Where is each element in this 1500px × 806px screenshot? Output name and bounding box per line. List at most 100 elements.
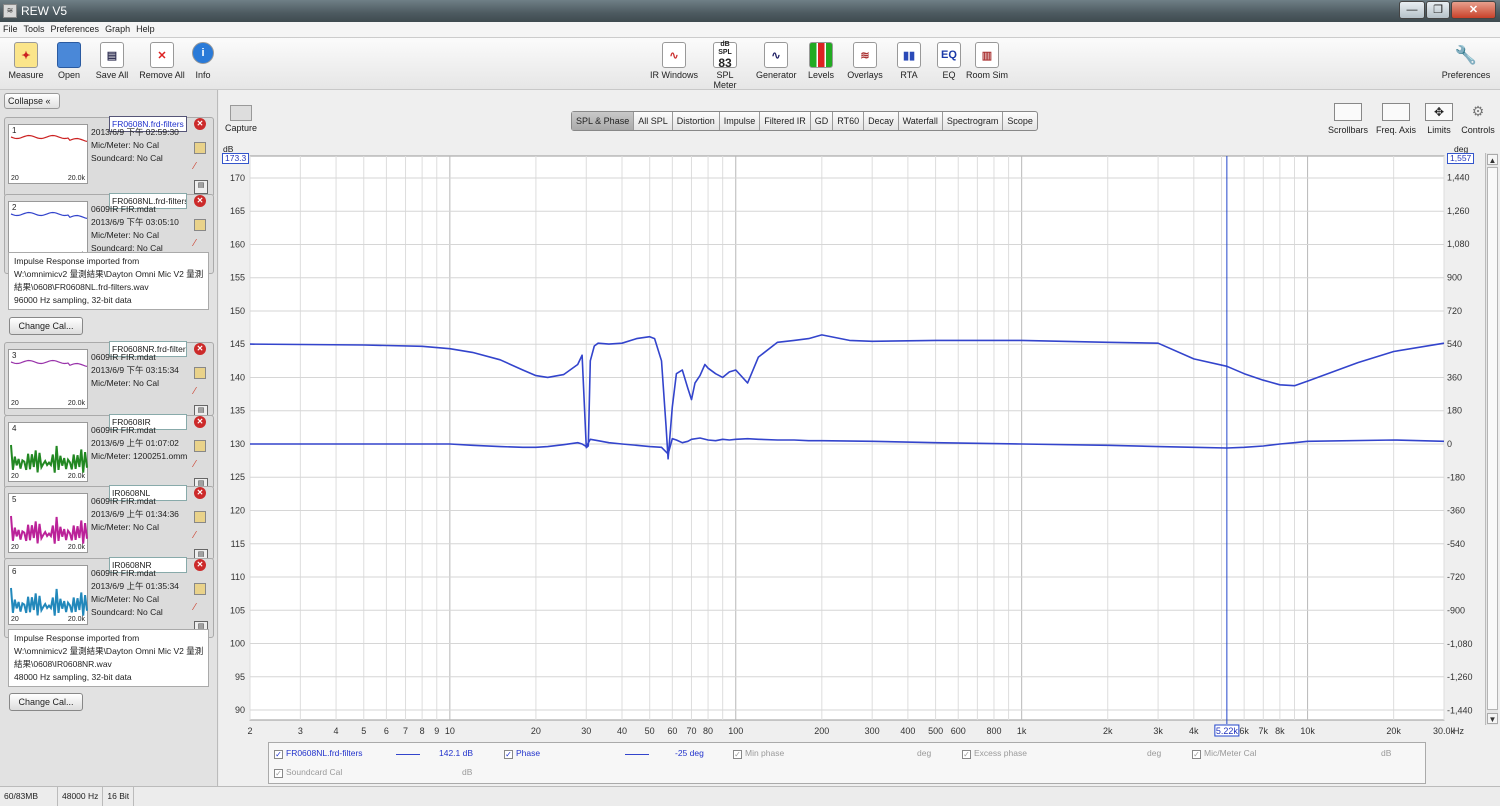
legend-label: Excess phase <box>974 748 1027 758</box>
remove-measurement-icon[interactable]: ✕ <box>194 343 206 355</box>
menu-preferences[interactable]: Preferences <box>48 22 103 36</box>
x-tick-label: 500 <box>928 726 943 736</box>
measurement-info-line: 0609IR FIR.mdat <box>91 496 156 506</box>
measurement-info-line: Mic/Meter: No Cal <box>91 594 160 604</box>
remove-measurement-icon[interactable]: ✕ <box>194 195 206 207</box>
eq-label: EQ <box>942 70 956 80</box>
pen-icon[interactable]: ⁄ <box>194 386 206 398</box>
measurement-index: 5 <box>12 495 17 504</box>
overlays-button[interactable]: ≋ Overlays <box>846 42 884 80</box>
notes-icon[interactable]: ▤ <box>194 180 208 194</box>
measurement-thumbnail[interactable]: 5 20 20.0k <box>8 493 88 553</box>
close-button[interactable]: ✕ <box>1451 1 1496 19</box>
preferences-button[interactable]: 🔧 Preferences <box>1440 42 1492 81</box>
measurement-card[interactable]: 1 20 20.0k FR0608N.frd-filters 2013/6/9 … <box>4 116 214 197</box>
remove-measurement-icon[interactable]: ✕ <box>194 559 206 571</box>
measurement-card[interactable]: 6 20 20.0k IR0608NR 0609IR FIR.mdat 2013/… <box>4 557 214 638</box>
measurement-notes[interactable]: Impulse Response imported from W:\omnimic… <box>8 629 209 687</box>
checkbox[interactable]: ✓ <box>274 750 283 759</box>
measurement-card[interactable]: 4 20 20.0k FR0608IR 0609IR FIR.mdat 2013/… <box>4 414 214 492</box>
spl-phase-chart[interactable]: 170 165 160 155 150 145 140 135 130 125 120 115 110 1… <box>219 90 1485 750</box>
legend-excess-phase[interactable]: ✓ Excess phase <box>962 748 1027 759</box>
legend-soundcard-cal[interactable]: ✓ Soundcard Cal <box>274 767 342 778</box>
notes-line: Impulse Response imported from <box>14 633 140 643</box>
notes-line: 結果\0608\IR0608NR.wav <box>14 659 112 669</box>
info-edit-icon[interactable] <box>194 219 206 231</box>
spl-meter-button[interactable]: dB SPL 83 SPL Meter <box>704 41 746 90</box>
legend-phase[interactable]: ✓ Phase <box>504 748 540 759</box>
vertical-scrollbar[interactable]: ▲ ▼ <box>1485 153 1498 725</box>
generator-button[interactable]: ∿ Generator <box>756 42 797 80</box>
remove-all-button[interactable]: ✕ Remove All <box>139 42 185 80</box>
legend-fr0608nl[interactable]: ✓ FR0608NL.frd-filters <box>274 748 363 759</box>
measurement-info-line: 2013/6/9 上午 01:35:34 <box>91 581 179 591</box>
x-tick-label: 30 <box>581 726 591 736</box>
remove-measurement-icon[interactable]: ✕ <box>194 416 206 428</box>
remove-measurement-icon[interactable]: ✕ <box>194 487 206 499</box>
eq-button[interactable]: EQ EQ <box>935 42 963 80</box>
scroll-down-icon[interactable]: ▼ <box>1487 713 1498 724</box>
menu-tools[interactable]: Tools <box>21 22 48 36</box>
levels-button[interactable]: Levels <box>807 42 835 80</box>
measurement-thumbnail[interactable]: 3 20 20.0k <box>8 349 88 409</box>
thumb-axis-max: 20.0k <box>67 473 85 480</box>
measurement-thumbnail[interactable]: 6 20 20.0k <box>8 565 88 625</box>
measurement-thumbnail[interactable]: 4 20 20.0k <box>8 422 88 482</box>
menu-file[interactable]: File <box>0 22 21 36</box>
change-cal-button[interactable]: Change Cal... <box>9 317 83 335</box>
checkbox[interactable]: ✓ <box>733 750 742 759</box>
menu-graph[interactable]: Graph <box>102 22 133 36</box>
x-tick-label: 100 <box>728 726 743 736</box>
measurement-card[interactable]: 5 20 20.0k IR0608NL 0609IR FIR.mdat 2013/… <box>4 485 214 563</box>
info-edit-icon[interactable] <box>194 367 206 379</box>
minimize-button[interactable]: — <box>1399 1 1425 19</box>
checkbox[interactable]: ✓ <box>1192 750 1201 759</box>
maximize-button[interactable]: ❐ <box>1426 1 1450 19</box>
eq-icon: EQ <box>937 42 961 68</box>
room-sim-button[interactable]: ▥ Room Sim <box>966 42 1008 80</box>
collapse-button[interactable]: Collapse « <box>4 93 60 109</box>
pen-icon[interactable]: ⁄ <box>194 238 206 250</box>
info-edit-icon[interactable] <box>194 583 206 595</box>
info-edit-icon[interactable] <box>194 511 206 523</box>
remove-measurement-icon[interactable]: ✕ <box>194 118 206 130</box>
scrollbar-thumb[interactable] <box>1487 167 1498 710</box>
x-tick-label: 300 <box>865 726 880 736</box>
rta-button[interactable]: ▮▮ RTA <box>895 42 923 80</box>
y-tick-label: 95 <box>235 672 245 682</box>
pen-icon[interactable]: ⁄ <box>194 459 206 471</box>
pen-icon[interactable]: ⁄ <box>194 161 206 173</box>
checkbox[interactable]: ✓ <box>274 769 283 778</box>
x-tick-label: 20k <box>1386 726 1401 736</box>
save-all-label: Save All <box>95 70 129 80</box>
measurement-thumbnail[interactable]: 1 20 20.0k <box>8 124 88 184</box>
info-edit-icon[interactable] <box>194 440 206 452</box>
y2-tick-label: 0 <box>1447 439 1452 449</box>
legend-value: dB <box>1381 748 1392 758</box>
x-tick-label: 50 <box>645 726 655 736</box>
save-all-button[interactable]: ▤ Save All <box>94 42 130 80</box>
y2-tick-label: 1,260 <box>1447 206 1470 216</box>
generator-label: Generator <box>756 70 797 80</box>
pen-icon[interactable]: ⁄ <box>194 530 206 542</box>
change-cal-button[interactable]: Change Cal... <box>9 693 83 711</box>
checkbox[interactable]: ✓ <box>962 750 971 759</box>
thumbnail-trace <box>10 515 88 544</box>
thumbnail-trace <box>10 587 88 616</box>
info-button[interactable]: i Info <box>192 42 214 80</box>
legend-min-phase[interactable]: ✓ Min phase <box>733 748 784 759</box>
scroll-up-icon[interactable]: ▲ <box>1487 154 1498 165</box>
ir-windows-button[interactable]: ∿ IR Windows <box>650 42 698 80</box>
pen-icon[interactable]: ⁄ <box>194 602 206 614</box>
info-edit-icon[interactable] <box>194 142 206 154</box>
measurement-notes[interactable]: Impulse Response imported from W:\omnimic… <box>8 252 209 310</box>
spl-meter-icon: dB SPL 83 <box>713 41 737 69</box>
measurement-card[interactable]: 3 20 20.0k FR0608NR.frd-filters 0609IR F… <box>4 341 214 419</box>
menu-help[interactable]: Help <box>133 22 158 36</box>
measure-button[interactable]: ✦ Measure <box>8 42 44 80</box>
levels-icon <box>809 42 833 68</box>
open-button[interactable]: Open <box>55 42 83 80</box>
y2-tick-label: 180 <box>1447 406 1462 416</box>
checkbox[interactable]: ✓ <box>504 750 513 759</box>
legend-mic-meter-cal[interactable]: ✓ Mic/Meter Cal <box>1192 748 1256 759</box>
